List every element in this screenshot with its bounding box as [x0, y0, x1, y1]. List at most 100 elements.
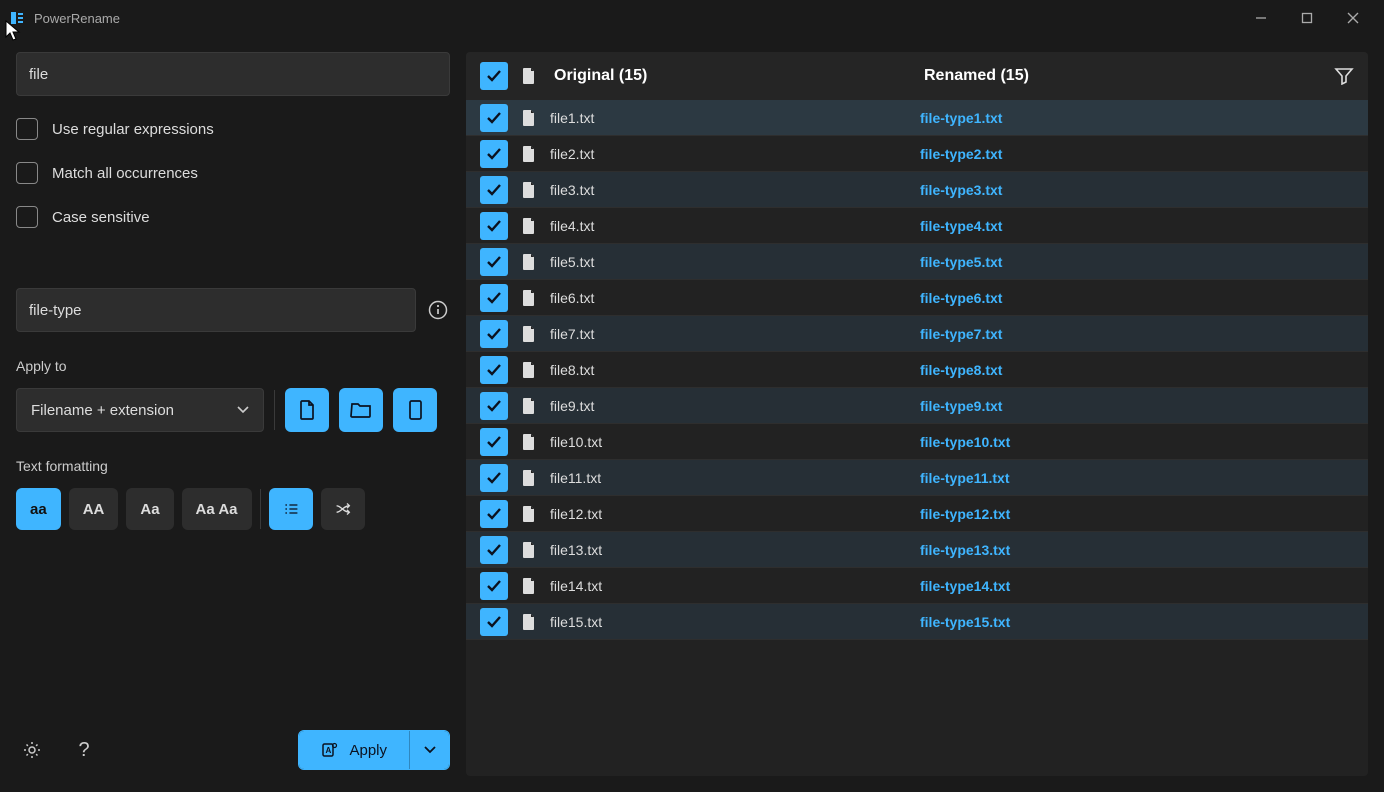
info-icon[interactable]	[426, 298, 450, 322]
original-name: file2.txt	[550, 146, 906, 162]
include-subfolders-button[interactable]	[393, 388, 437, 432]
include-folders-button[interactable]	[339, 388, 383, 432]
file-row[interactable]: file6.txt file-type6.txt	[466, 280, 1368, 316]
original-name: file8.txt	[550, 362, 906, 378]
renamed-name: file-type8.txt	[920, 362, 1002, 378]
lowercase-button[interactable]: aa	[16, 488, 61, 530]
original-name: file14.txt	[550, 578, 906, 594]
file-icon	[522, 217, 536, 235]
divider	[260, 489, 261, 529]
original-name: file10.txt	[550, 434, 906, 450]
file-icon	[522, 289, 536, 307]
file-row[interactable]: file14.txt file-type14.txt	[466, 568, 1368, 604]
original-name: file13.txt	[550, 542, 906, 558]
renamed-name: file-type13.txt	[920, 542, 1010, 558]
minimize-button[interactable]	[1238, 2, 1284, 34]
chevron-down-icon	[237, 406, 249, 414]
row-checkbox[interactable]	[480, 464, 508, 492]
original-name: file15.txt	[550, 614, 906, 630]
apply-label: Apply	[349, 742, 387, 759]
apply-icon: A	[321, 741, 339, 759]
file-icon	[522, 67, 540, 85]
row-checkbox[interactable]	[480, 248, 508, 276]
randomize-button[interactable]	[321, 488, 365, 530]
uppercase-button[interactable]: AA	[69, 488, 119, 530]
file-row[interactable]: file8.txt file-type8.txt	[466, 352, 1368, 388]
match-all-checkbox[interactable]	[16, 162, 38, 184]
file-row[interactable]: file7.txt file-type7.txt	[466, 316, 1368, 352]
settings-button[interactable]	[16, 734, 48, 766]
renamed-name: file-type15.txt	[920, 614, 1010, 630]
file-icon	[522, 361, 536, 379]
original-name: file1.txt	[550, 110, 906, 126]
file-row[interactable]: file9.txt file-type9.txt	[466, 388, 1368, 424]
original-header: Original (15)	[554, 67, 910, 85]
file-row[interactable]: file10.txt file-type10.txt	[466, 424, 1368, 460]
apply-to-label: Apply to	[16, 358, 450, 374]
enumerate-button[interactable]	[269, 488, 313, 530]
row-checkbox[interactable]	[480, 608, 508, 636]
renamed-name: file-type14.txt	[920, 578, 1010, 594]
renamed-name: file-type10.txt	[920, 434, 1010, 450]
row-checkbox[interactable]	[480, 140, 508, 168]
row-checkbox[interactable]	[480, 284, 508, 312]
file-row[interactable]: file15.txt file-type15.txt	[466, 604, 1368, 640]
file-row[interactable]: file12.txt file-type12.txt	[466, 496, 1368, 532]
apply-button[interactable]: A Apply	[299, 731, 409, 769]
file-row[interactable]: file5.txt file-type5.txt	[466, 244, 1368, 280]
row-checkbox[interactable]	[480, 572, 508, 600]
file-row[interactable]: file11.txt file-type11.txt	[466, 460, 1368, 496]
case-sensitive-label: Case sensitive	[52, 209, 150, 226]
titlecase-button[interactable]: Aa	[126, 488, 173, 530]
original-name: file12.txt	[550, 506, 906, 522]
titlebar: PowerRename	[0, 0, 1384, 36]
replace-input[interactable]	[16, 288, 416, 332]
file-list: file1.txt file-type1.txt file2.txt file-…	[466, 100, 1368, 776]
row-checkbox[interactable]	[480, 176, 508, 204]
renamed-name: file-type6.txt	[920, 290, 1002, 306]
renamed-name: file-type1.txt	[920, 110, 1002, 126]
apply-to-selected: Filename + extension	[31, 402, 174, 419]
list-header: Original (15) Renamed (15)	[466, 52, 1368, 100]
file-row[interactable]: file13.txt file-type13.txt	[466, 532, 1368, 568]
file-row[interactable]: file3.txt file-type3.txt	[466, 172, 1368, 208]
apply-dropdown-button[interactable]	[409, 731, 449, 769]
regex-checkbox[interactable]	[16, 118, 38, 140]
row-checkbox[interactable]	[480, 356, 508, 384]
filter-icon[interactable]	[1334, 67, 1354, 85]
svg-text:A: A	[326, 746, 332, 755]
file-icon	[522, 469, 536, 487]
search-input[interactable]	[16, 52, 450, 96]
file-icon	[522, 145, 536, 163]
match-all-label: Match all occurrences	[52, 165, 198, 182]
file-icon	[522, 577, 536, 595]
window-title: PowerRename	[34, 11, 1238, 26]
row-checkbox[interactable]	[480, 428, 508, 456]
include-files-button[interactable]	[285, 388, 329, 432]
row-checkbox[interactable]	[480, 104, 508, 132]
capitalize-each-button[interactable]: Aa Aa	[182, 488, 252, 530]
file-icon	[522, 397, 536, 415]
file-row[interactable]: file2.txt file-type2.txt	[466, 136, 1368, 172]
row-checkbox[interactable]	[480, 536, 508, 564]
select-all-checkbox[interactable]	[480, 62, 508, 90]
app-icon	[8, 9, 26, 27]
row-checkbox[interactable]	[480, 392, 508, 420]
case-sensitive-checkbox[interactable]	[16, 206, 38, 228]
file-icon	[522, 505, 536, 523]
file-row[interactable]: file4.txt file-type4.txt	[466, 208, 1368, 244]
chevron-down-icon	[424, 746, 436, 754]
close-button[interactable]	[1330, 2, 1376, 34]
apply-to-dropdown[interactable]: Filename + extension	[16, 388, 264, 432]
help-button[interactable]: ?	[68, 734, 100, 766]
row-checkbox[interactable]	[480, 320, 508, 348]
row-checkbox[interactable]	[480, 500, 508, 528]
maximize-button[interactable]	[1284, 2, 1330, 34]
original-name: file5.txt	[550, 254, 906, 270]
divider	[274, 390, 275, 430]
row-checkbox[interactable]	[480, 212, 508, 240]
file-icon	[522, 613, 536, 631]
renamed-name: file-type12.txt	[920, 506, 1010, 522]
file-row[interactable]: file1.txt file-type1.txt	[466, 100, 1368, 136]
original-name: file4.txt	[550, 218, 906, 234]
